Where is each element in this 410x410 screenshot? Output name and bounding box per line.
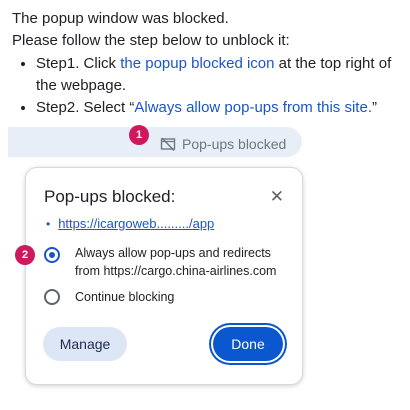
instructions-line-2: Please follow the step below to unblock … — [12, 32, 290, 49]
instructions: The popup window was blocked. Please fol… — [12, 8, 407, 119]
popup-blocked-icon — [160, 137, 176, 151]
radio-always-allow[interactable] — [44, 247, 60, 263]
popup-blocked-label: Pop-ups blocked — [182, 136, 287, 152]
bullet-icon: • — [46, 216, 51, 231]
step-2-prefix: Step2. Select “ — [36, 99, 135, 116]
popup-blocked-dialog: Pop-ups blocked: ✕ • https://icargoweb..… — [25, 167, 303, 385]
close-icon[interactable]: ✕ — [270, 187, 284, 207]
step-2-link: Always allow pop-ups from this site. — [134, 99, 372, 116]
done-button[interactable]: Done — [213, 327, 283, 361]
dialog-title: Pop-ups blocked: — [44, 187, 176, 206]
always-allow-label[interactable]: Always allow pop-ups and redirects from … — [75, 244, 295, 280]
manage-button[interactable]: Manage — [43, 327, 127, 361]
blocked-url-item: • https://icargoweb........./app — [46, 216, 214, 231]
continue-blocking-label[interactable]: Continue blocking — [75, 288, 295, 306]
step-1-link: the popup blocked icon — [120, 55, 275, 72]
instructions-line-1: The popup window was blocked. — [12, 10, 229, 27]
radio-continue-blocking[interactable] — [44, 289, 60, 305]
steps-list: Step1. Click the popup blocked icon at t… — [12, 53, 407, 119]
step-marker-1: 1 — [129, 125, 149, 145]
popup-blocked-chip[interactable]: Pop-ups blocked — [160, 135, 286, 153]
step-marker-2: 2 — [15, 245, 35, 265]
step-1: Step1. Click the popup blocked icon at t… — [36, 53, 407, 97]
step-1-prefix: Step1. Click — [36, 55, 121, 72]
blocked-url-link[interactable]: https://icargoweb........./app — [58, 216, 214, 231]
step-2-suffix: ” — [371, 99, 377, 116]
step-2: Step2. Select “Always allow pop-ups from… — [36, 97, 407, 119]
